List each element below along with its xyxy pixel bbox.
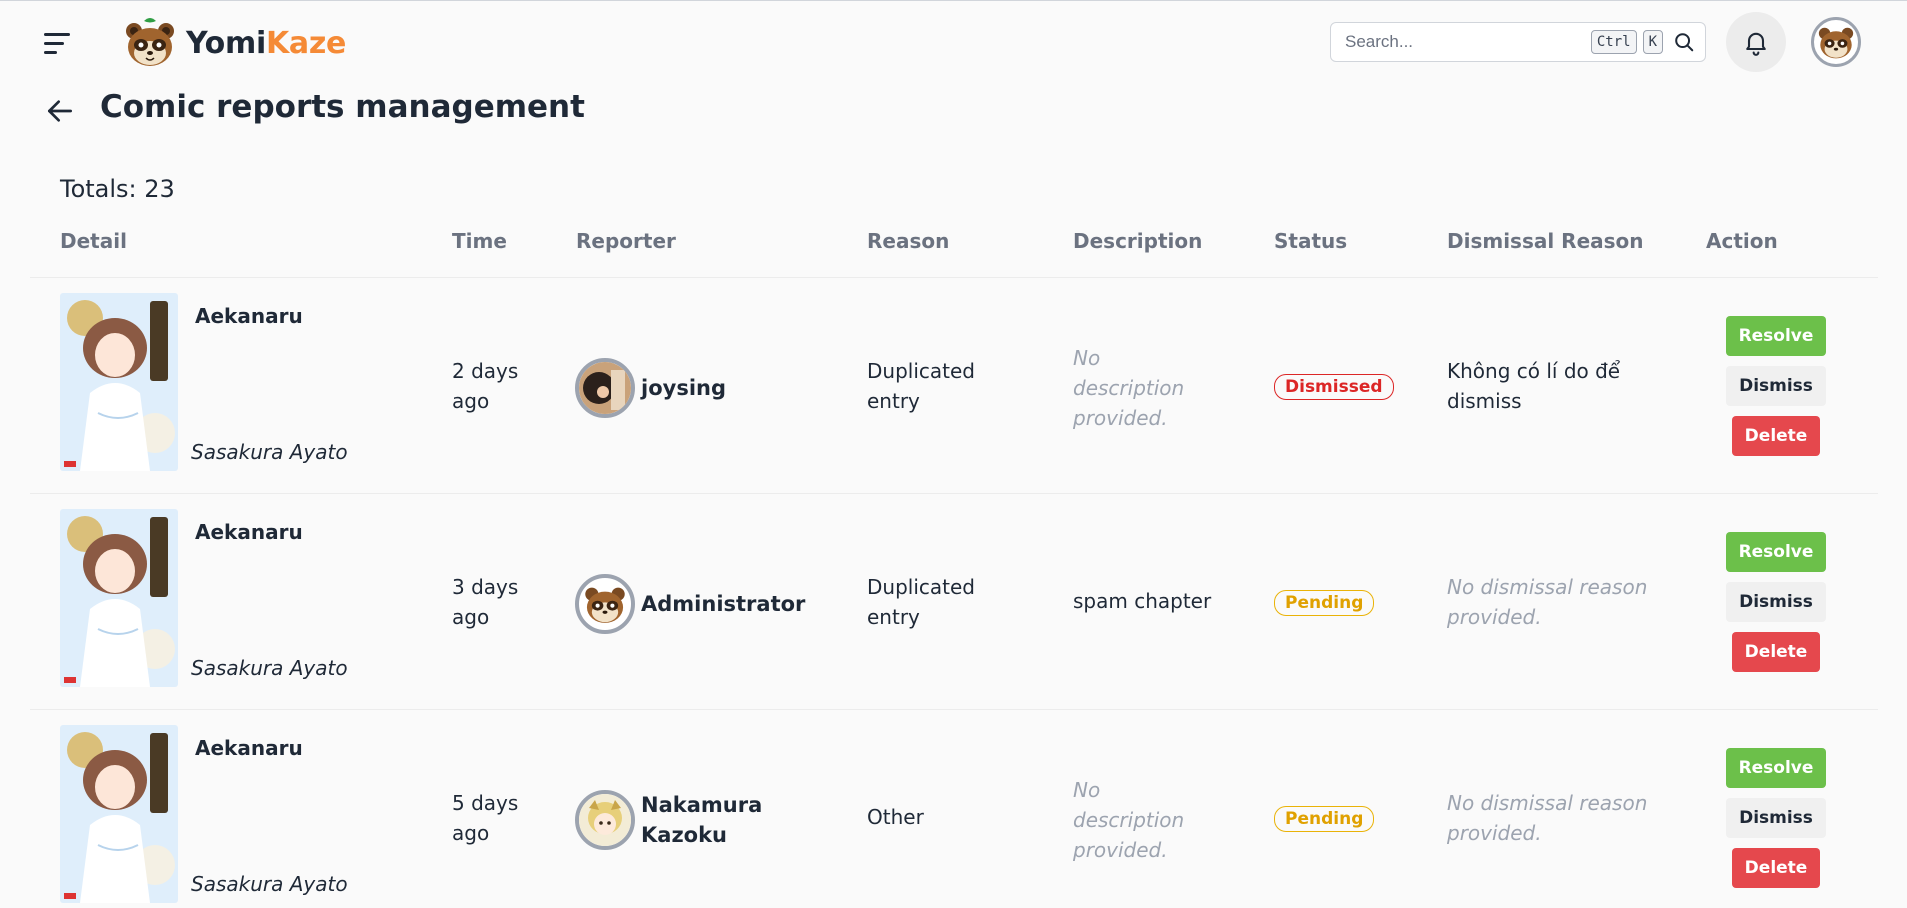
totals-count: Totals: 23	[60, 175, 175, 203]
report-reason: Other	[867, 805, 924, 829]
report-description: No description provided.	[1073, 346, 1185, 430]
comic-cover-image[interactable]	[60, 509, 178, 687]
status-badge: Dismissed	[1274, 374, 1394, 400]
column-header-reporter: Reporter	[576, 229, 676, 253]
dismiss-button[interactable]: Dismiss	[1726, 366, 1826, 406]
comic-cover-image[interactable]	[60, 725, 178, 903]
tanuki-avatar-icon	[585, 587, 625, 623]
reporter-avatar[interactable]	[575, 358, 635, 418]
dismiss-button[interactable]: Dismiss	[1726, 582, 1826, 622]
resolve-button[interactable]: Resolve	[1726, 316, 1826, 356]
dismissal-reason: No dismissal reason provided.	[1447, 575, 1648, 629]
notifications-button[interactable]	[1726, 12, 1786, 72]
comic-title[interactable]: Aekanaru	[195, 520, 303, 544]
report-time: 5 days ago	[452, 791, 519, 845]
column-header-status: Status	[1274, 229, 1348, 253]
menu-line	[44, 50, 57, 54]
comic-author: Sasakura Ayato	[191, 872, 348, 896]
column-header-detail: Detail	[60, 229, 127, 253]
dismissal-reason: Không có lí do để dismiss	[1447, 359, 1621, 413]
report-reason: Duplicated entry	[867, 575, 975, 629]
reporter-avatar[interactable]	[575, 574, 635, 634]
bell-icon	[1746, 32, 1766, 56]
menu-line	[44, 32, 70, 36]
back-arrow-icon[interactable]	[44, 95, 76, 127]
report-description: spam chapter	[1073, 589, 1212, 613]
column-header-description: Description	[1073, 229, 1203, 253]
status-badge: Pending	[1274, 806, 1375, 832]
status-badge: Pending	[1274, 590, 1375, 616]
search-input[interactable]	[1345, 32, 1585, 52]
comic-cover-image[interactable]	[60, 293, 178, 471]
page-title: Comic reports management	[100, 89, 585, 125]
delete-button[interactable]: Delete	[1732, 632, 1820, 672]
tanuki-logo-icon	[126, 18, 174, 66]
comic-author: Sasakura Ayato	[191, 440, 348, 464]
report-description: No description provided.	[1073, 778, 1185, 862]
report-time: 2 days ago	[452, 359, 519, 413]
menu-toggle-button[interactable]	[44, 27, 76, 59]
dismiss-button[interactable]: Dismiss	[1726, 798, 1826, 838]
logo-text-yomi: Yomi	[186, 25, 266, 61]
tanuki-avatar-icon	[1818, 27, 1854, 59]
reporter-name[interactable]: Nakamura Kazoku	[641, 790, 762, 850]
resolve-button[interactable]: Resolve	[1726, 532, 1826, 572]
logo-text-kaze: Kaze	[265, 25, 347, 61]
app-logo[interactable]: YomiKaze	[122, 15, 346, 71]
comic-title[interactable]: Aekanaru	[195, 736, 303, 760]
column-header-reason: Reason	[867, 229, 950, 253]
table-row: Aekanaru Sasakura Ayato 5 days ago Nakam…	[30, 709, 1878, 908]
reporter-photo-icon	[579, 362, 631, 414]
report-reason: Duplicated entry	[867, 359, 975, 413]
column-header-action: Action	[1706, 229, 1778, 253]
column-header-time: Time	[452, 229, 507, 253]
delete-button[interactable]: Delete	[1732, 848, 1820, 888]
reporter-avatar[interactable]	[575, 790, 635, 850]
logo-text: YomiKaze	[186, 26, 346, 61]
search-icon[interactable]	[1673, 31, 1695, 53]
comic-author: Sasakura Ayato	[191, 656, 348, 680]
reporter-name[interactable]: joysing	[641, 373, 726, 403]
reporter-name[interactable]: Administrator	[641, 589, 805, 619]
user-avatar[interactable]	[1811, 17, 1861, 67]
delete-button[interactable]: Delete	[1732, 416, 1820, 456]
anime-avatar-icon	[579, 794, 631, 846]
dismissal-reason: No dismissal reason provided.	[1447, 791, 1648, 845]
table-row: Aekanaru Sasakura Ayato 2 days ago joysi…	[30, 277, 1878, 493]
search-box[interactable]: Ctrl K	[1330, 22, 1706, 62]
resolve-button[interactable]: Resolve	[1726, 748, 1826, 788]
menu-line	[44, 41, 64, 45]
shortcut-ctrl-key: Ctrl	[1590, 30, 1637, 54]
report-time: 3 days ago	[452, 575, 519, 629]
comic-title[interactable]: Aekanaru	[195, 304, 303, 328]
table-row: Aekanaru Sasakura Ayato 3 days ago Admin…	[30, 493, 1878, 709]
shortcut-k-key: K	[1642, 30, 1663, 54]
top-bar: YomiKaze Ctrl K	[0, 1, 1907, 83]
column-header-dismissal-reason: Dismissal Reason	[1447, 229, 1644, 253]
